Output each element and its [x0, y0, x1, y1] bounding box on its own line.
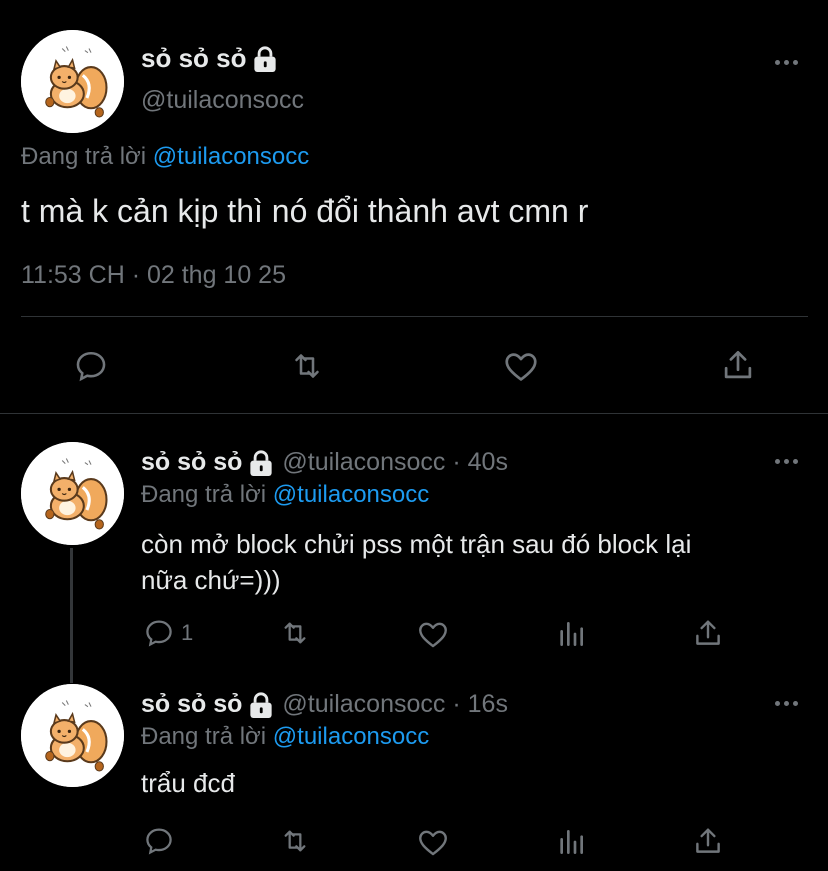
reply-text-line: nữa chứ=))) — [141, 565, 281, 595]
divider — [21, 316, 808, 317]
retweet-icon — [284, 622, 306, 644]
reply-text: còn mở block chửi pss một trận sau đó bl… — [141, 526, 691, 598]
share-icon — [696, 828, 720, 853]
more-options-icon[interactable] — [775, 60, 798, 65]
share-button[interactable] — [691, 824, 725, 858]
reply-button[interactable] — [143, 825, 175, 857]
replying-to: Đang trả lời @tuilaconsocc — [141, 481, 429, 509]
share-button[interactable] — [691, 616, 725, 650]
share-icon — [696, 620, 720, 645]
retweet-button[interactable] — [278, 617, 312, 649]
retweet-icon — [295, 354, 319, 378]
divider — [0, 413, 828, 414]
reply-icon — [76, 351, 106, 382]
analytics-button[interactable] — [555, 826, 587, 858]
retweet-button[interactable] — [288, 348, 326, 384]
reply-button[interactable] — [73, 348, 109, 384]
squirrel-avatar-image — [21, 30, 124, 133]
reply-button[interactable]: 1 — [143, 617, 193, 649]
lock-icon — [248, 449, 274, 476]
replying-to-label: Đang trả lời — [21, 143, 147, 170]
share-icon — [724, 350, 752, 379]
like-button[interactable] — [416, 617, 450, 651]
handle[interactable]: @tuilaconsocc — [282, 448, 445, 477]
like-icon — [419, 830, 447, 856]
reply-header: sỏ sỏ sỏ @tuilaconsocc · 16s — [141, 690, 508, 719]
handle[interactable]: @tuilaconsocc — [141, 86, 304, 115]
tweet-text: t mà k cản kịp thì nó đổi thành avt cmn … — [21, 193, 589, 229]
avatar[interactable] — [21, 30, 124, 133]
avatar[interactable] — [21, 684, 124, 787]
reply-icon — [146, 620, 172, 647]
like-button[interactable] — [416, 825, 450, 859]
replying-to: Đang trả lời @tuilaconsocc — [141, 723, 429, 751]
retweet-icon — [284, 830, 306, 852]
reply-age[interactable]: · 16s — [452, 690, 508, 719]
like-icon — [505, 353, 537, 381]
more-options-icon[interactable] — [775, 459, 798, 464]
display-name[interactable]: sỏ sỏ sỏ — [141, 690, 242, 719]
analytics-icon — [560, 830, 583, 854]
share-button[interactable] — [719, 346, 757, 384]
retweet-button[interactable] — [278, 825, 312, 857]
replying-to-label: Đang trả lời — [141, 481, 267, 508]
squirrel-avatar-image — [21, 684, 124, 787]
tweet-timestamp[interactable]: 11:53 CH · 02 thg 10 25 — [21, 261, 286, 290]
replying-to-label: Đang trả lời — [141, 723, 267, 750]
replying-to-link[interactable]: @tuilaconsocc — [273, 723, 429, 750]
reply-text: trẩu đcđ — [141, 768, 235, 798]
avatar[interactable] — [21, 442, 124, 545]
replying-to-link[interactable]: @tuilaconsocc — [273, 481, 429, 508]
reply-count: 1 — [181, 620, 194, 645]
lock-icon — [248, 691, 274, 718]
squirrel-avatar-image — [21, 442, 124, 545]
thread-line — [70, 548, 73, 683]
reply-age[interactable]: · 40s — [452, 448, 508, 477]
display-name[interactable]: sỏ sỏ sỏ — [141, 43, 246, 74]
lock-icon — [252, 45, 278, 72]
replying-to: Đang trả lời @tuilaconsocc — [21, 143, 309, 171]
handle[interactable]: @tuilaconsocc — [282, 690, 445, 719]
analytics-icon — [560, 622, 583, 646]
replying-to-link[interactable]: @tuilaconsocc — [153, 143, 309, 170]
more-options-icon[interactable] — [775, 701, 798, 706]
reply-header: sỏ sỏ sỏ @tuilaconsocc · 40s — [141, 448, 508, 477]
like-icon — [419, 622, 447, 648]
like-button[interactable] — [502, 347, 540, 385]
reply-icon — [146, 828, 172, 855]
display-name[interactable]: sỏ sỏ sỏ — [141, 448, 242, 477]
analytics-button[interactable] — [555, 618, 587, 650]
reply-text-line: còn mở block chửi pss một trận sau đó bl… — [141, 529, 692, 559]
